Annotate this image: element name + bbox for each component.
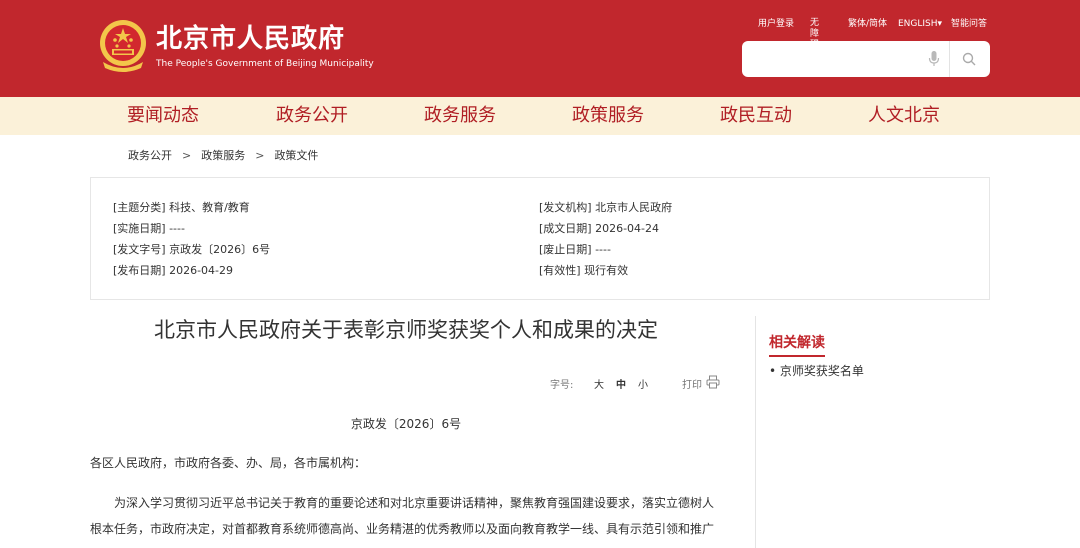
login-link[interactable]: 用户登录 (758, 18, 794, 30)
nav-item-interaction[interactable]: 政民互动 (720, 103, 792, 129)
nav-item-government-affairs[interactable]: 政务公开 (276, 103, 348, 129)
document-meta-box: [主题分类] 科技、教育/教育 [实施日期] ---- [发文字号] 京政发〔2… (90, 177, 990, 300)
sidebar-divider (755, 316, 756, 548)
sidebar-title-underline (769, 355, 825, 357)
article-title: 北京市人民政府关于表彰京师奖获奖个人和成果的决定 (154, 318, 658, 342)
search-input[interactable] (750, 47, 918, 71)
print-button[interactable]: 打印 (682, 376, 702, 391)
search-icon[interactable] (962, 52, 976, 66)
breadcrumb: 政务公开 > 政策服务 > 政策文件 (128, 148, 318, 164)
meta-publish-date: [发布日期] 2026-04-29 (113, 264, 234, 277)
main-nav: 要闻动态 政务公开 政务服务 政策服务 政民互动 人文北京 (0, 97, 1080, 135)
font-size-label: 字号: (550, 380, 574, 391)
nav-item-culture[interactable]: 人文北京 (868, 103, 940, 129)
meta-validity: [有效性] 现行有效 (539, 264, 629, 277)
nav-item-news[interactable]: 要闻动态 (127, 103, 199, 129)
meta-subject: [主题分类] 科技、教育/教育 (113, 201, 250, 214)
font-size-small-button[interactable]: 小 (638, 376, 648, 391)
article-recipients: 各区人民政府，市政府各委、办、局，各市属机构： (90, 456, 367, 470)
font-size-large-button[interactable]: 大 (594, 376, 604, 391)
nav-item-policy-services[interactable]: 政策服务 (572, 103, 644, 129)
english-dropdown[interactable]: ENGLISH▾ (898, 18, 942, 30)
microphone-icon[interactable] (928, 51, 940, 67)
top-links: 用户登录 无障碍 繁体/简体 ENGLISH▾ 智能问答 (0, 18, 1080, 50)
breadcrumb-item[interactable]: 政务公开 (128, 149, 172, 162)
article-body-paragraph: 为深入学习贯彻习近平总书记关于教育的重要论述和对北京重要讲话精神，聚焦教育强国建… (90, 496, 715, 536)
printer-icon[interactable] (706, 375, 720, 389)
smart-qa-link[interactable]: 智能问答 (951, 18, 987, 30)
meta-written-date: [成文日期] 2026-04-24 (539, 222, 660, 235)
breadcrumb-separator: > (255, 149, 265, 162)
meta-repeal-date: [废止日期] ---- (539, 243, 611, 256)
site-header: 北京市人民政府 The People's Government of Beiji… (0, 0, 1080, 97)
meta-doc-number: [发文字号] 京政发〔2026〕6号 (113, 243, 271, 256)
font-size-medium-button[interactable]: 中 (616, 376, 626, 391)
related-interpretation-title: 相关解读 (769, 335, 825, 351)
search-box (742, 41, 990, 77)
traditional-simplified-link[interactable]: 繁体/简体 (848, 18, 887, 30)
site-subtitle: The People's Government of Beijing Munic… (156, 59, 374, 69)
related-link[interactable]: • 京师奖获奖名单 (769, 363, 864, 379)
meta-effective-date: [实施日期] ---- (113, 222, 185, 235)
document-number: 京政发〔2026〕6号 (350, 417, 462, 431)
search-divider (949, 41, 950, 77)
nav-item-government-services[interactable]: 政务服务 (424, 103, 496, 129)
breadcrumb-separator: > (182, 149, 192, 162)
breadcrumb-item[interactable]: 政策文件 (274, 149, 318, 162)
meta-issuer: [发文机构] 北京市人民政府 (539, 201, 673, 214)
breadcrumb-item[interactable]: 政策服务 (201, 149, 245, 162)
